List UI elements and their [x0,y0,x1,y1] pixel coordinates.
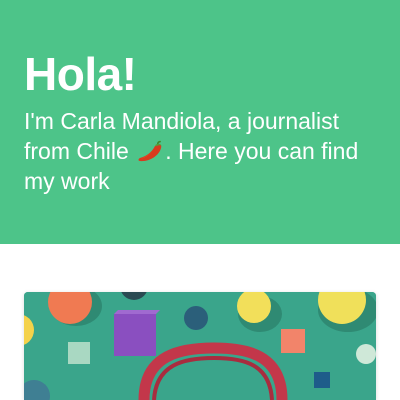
colorful-shapes-headphones-illustration [24,292,376,400]
hero-intro: I'm Carla Mandiola, a journalist from Ch… [24,106,384,196]
work-card[interactable] [24,292,376,400]
hero-banner: Hola! I'm Carla Mandiola, a journalist f… [0,0,400,244]
chili-pepper-icon [135,140,165,164]
hero-title: Hola! [24,48,137,100]
